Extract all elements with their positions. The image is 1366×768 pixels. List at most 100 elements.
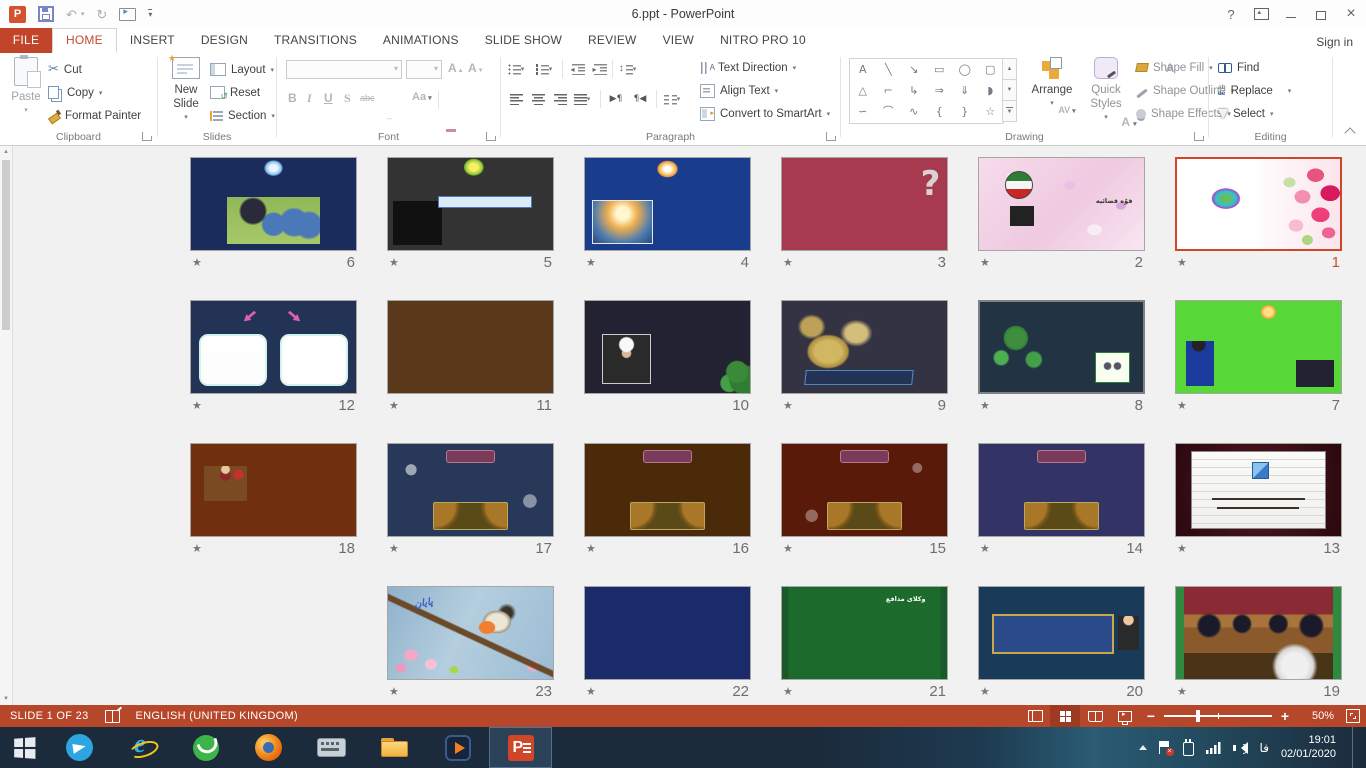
- tab-design[interactable]: DESIGN: [188, 28, 261, 52]
- shape-effects-button[interactable]: Shape Effects▾: [1136, 103, 1231, 124]
- slide-5-thumbnail[interactable]: [387, 157, 554, 251]
- slide-4-thumbnail[interactable]: [584, 157, 751, 251]
- slide-15-thumbnail[interactable]: [781, 443, 948, 537]
- shape-rounded-rectangle-icon[interactable]: ▢: [985, 64, 995, 75]
- font-name-combo[interactable]: [286, 60, 402, 79]
- layout-button[interactable]: Layout▾: [210, 59, 274, 80]
- collapse-ribbon-icon[interactable]: [1344, 127, 1355, 138]
- taskbar-internet-explorer-button[interactable]: [111, 727, 174, 768]
- animation-indicator-star[interactable]: ★: [783, 256, 793, 269]
- animation-indicator-star[interactable]: ★: [389, 542, 399, 555]
- shape-curve-icon[interactable]: ∿: [909, 106, 918, 117]
- zoom-in-button[interactable]: +: [1274, 708, 1296, 724]
- align-left-button[interactable]: [506, 89, 526, 109]
- animation-indicator-star[interactable]: ★: [389, 256, 399, 269]
- right-to-left-button[interactable]: ¶◀: [630, 89, 650, 109]
- shape-arc-icon[interactable]: ⌒: [883, 106, 894, 117]
- zoom-level[interactable]: 50%: [1296, 710, 1338, 722]
- shape-oval-icon[interactable]: ◯: [959, 64, 971, 75]
- redo-icon[interactable]: ↻: [96, 8, 107, 21]
- section-button[interactable]: Section▾: [210, 105, 275, 126]
- increase-indent-button[interactable]: [590, 59, 610, 79]
- underline-button[interactable]: U: [324, 91, 333, 105]
- scrollbar-up-icon[interactable]: ▲: [0, 146, 12, 158]
- tab-file[interactable]: FILE: [0, 28, 52, 53]
- scrollbar-down-icon[interactable]: ▼: [0, 693, 12, 705]
- slide-10-thumbnail[interactable]: [584, 300, 751, 394]
- shape-line-icon[interactable]: ╲: [885, 64, 892, 75]
- shape-scribble-icon[interactable]: ∽: [858, 106, 867, 117]
- fit-to-window-icon[interactable]: [1346, 709, 1360, 723]
- start-button[interactable]: [0, 727, 48, 768]
- columns-button[interactable]: ▾: [662, 89, 682, 109]
- animation-indicator-star[interactable]: ★: [783, 685, 793, 698]
- shape-right-brace-icon[interactable]: }: [961, 106, 968, 117]
- shape-rectangle-icon[interactable]: ▭: [934, 64, 944, 75]
- shape-star-icon[interactable]: ☆: [985, 106, 995, 117]
- animation-indicator-star[interactable]: ★: [192, 399, 202, 412]
- font-size-combo[interactable]: [406, 60, 442, 79]
- shrink-font-button[interactable]: A▼: [468, 61, 484, 75]
- shape-elbow-arrow-connector-icon[interactable]: ↳: [909, 85, 918, 96]
- slide-21-thumbnail[interactable]: وکلای مدافع: [781, 586, 948, 680]
- shape-pie-icon[interactable]: ◗: [987, 85, 993, 96]
- slide-7-thumbnail[interactable]: [1175, 300, 1342, 394]
- zoom-slider[interactable]: [1164, 715, 1272, 717]
- tab-animations[interactable]: ANIMATIONS: [370, 28, 472, 52]
- bullets-button[interactable]: ▾: [506, 59, 526, 79]
- tab-review[interactable]: REVIEW: [575, 28, 650, 52]
- animation-indicator-star[interactable]: ★: [783, 542, 793, 555]
- clipboard-dialog-launcher[interactable]: [142, 132, 151, 141]
- quick-styles-button[interactable]: Quick Styles▾: [1080, 57, 1132, 133]
- align-right-button[interactable]: [550, 89, 570, 109]
- paste-button[interactable]: Paste▾: [6, 57, 46, 133]
- arrange-button[interactable]: Arrange▾: [1026, 57, 1078, 133]
- animation-indicator-star[interactable]: ★: [586, 256, 596, 269]
- sign-in-link[interactable]: Sign in: [1316, 35, 1353, 49]
- change-case-button[interactable]: Aa▾: [412, 91, 432, 103]
- shapes-scroll-up-icon[interactable]: ▲: [1002, 58, 1017, 80]
- text-direction-button[interactable]: Text Direction▾: [700, 57, 796, 78]
- animation-indicator-star[interactable]: ★: [980, 399, 990, 412]
- animation-indicator-star[interactable]: ★: [389, 399, 399, 412]
- tab-view[interactable]: VIEW: [650, 28, 707, 52]
- drawing-dialog-launcher[interactable]: [1194, 132, 1203, 141]
- show-desktop-button[interactable]: [1352, 727, 1358, 768]
- cut-button[interactable]: ✂Cut: [48, 59, 82, 80]
- justify-button[interactable]: ▾: [572, 89, 592, 109]
- slide-13-thumbnail[interactable]: [1175, 443, 1342, 537]
- start-from-beginning-icon[interactable]: [119, 8, 136, 21]
- animation-indicator-star[interactable]: ★: [586, 685, 596, 698]
- bold-button[interactable]: B: [288, 91, 297, 105]
- center-button[interactable]: [528, 89, 548, 109]
- slide-19-thumbnail[interactable]: [1175, 586, 1342, 680]
- animation-indicator-star[interactable]: ★: [1177, 685, 1187, 698]
- animation-indicator-star[interactable]: ★: [980, 542, 990, 555]
- slide-2-thumbnail[interactable]: قوّه قضائیه: [978, 157, 1145, 251]
- find-button[interactable]: Find: [1218, 57, 1259, 78]
- new-slide-button[interactable]: New Slide▾: [162, 57, 210, 133]
- spell-check-icon[interactable]: [105, 710, 120, 723]
- tab-home[interactable]: HOME: [52, 28, 117, 53]
- numbering-button[interactable]: ▾: [534, 59, 554, 79]
- power-icon[interactable]: [1183, 742, 1194, 756]
- slide-show-button[interactable]: [1110, 705, 1140, 727]
- powerpoint-logo-icon[interactable]: [9, 6, 26, 23]
- tab-insert[interactable]: INSERT: [117, 28, 188, 52]
- reading-view-button[interactable]: [1080, 705, 1110, 727]
- shape-arrow-icon[interactable]: ↘: [909, 64, 918, 75]
- select-button[interactable]: Select▾: [1218, 103, 1273, 124]
- network-signal-icon[interactable]: [1206, 742, 1221, 754]
- animation-indicator-star[interactable]: ★: [980, 685, 990, 698]
- align-text-button[interactable]: Align Text▾: [700, 80, 778, 101]
- tab-nitro-pro-10[interactable]: NITRO PRO 10: [707, 28, 819, 52]
- taskbar-file-explorer-button[interactable]: [363, 727, 426, 768]
- taskbar-powerpoint-button[interactable]: [489, 727, 552, 768]
- slide-3-thumbnail[interactable]: ?: [781, 157, 948, 251]
- slide-6-thumbnail[interactable]: [190, 157, 357, 251]
- slide-9-thumbnail[interactable]: [781, 300, 948, 394]
- slide-18-thumbnail[interactable]: [190, 443, 357, 537]
- slide-20-thumbnail[interactable]: [978, 586, 1145, 680]
- zoom-out-button[interactable]: −: [1140, 708, 1162, 724]
- line-spacing-button[interactable]: ▾: [618, 59, 638, 79]
